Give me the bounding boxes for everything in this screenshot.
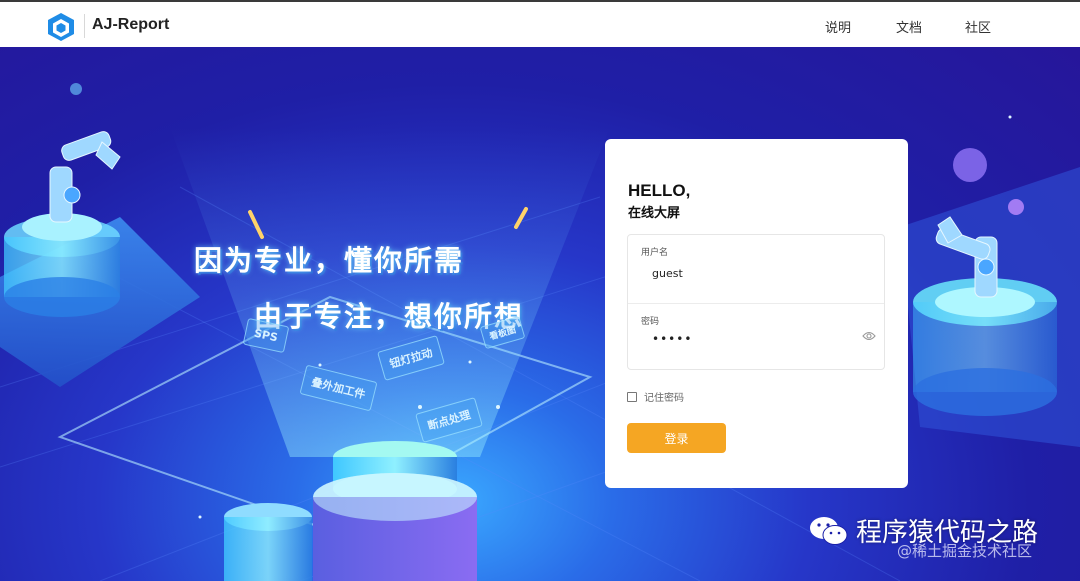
login-card: HELLO, 在线大屏 用户名 密码 ••••• 记住密码 登录	[605, 139, 908, 488]
remember-checkbox[interactable]	[627, 391, 637, 402]
username-input[interactable]	[652, 267, 852, 280]
login-greeting: HELLO,	[628, 181, 691, 200]
cube-logo-icon[interactable]	[46, 12, 76, 42]
logo-divider	[84, 14, 85, 38]
hero-illustration	[0, 83, 1080, 581]
slogan-line-1: 因为专业，懂你所需	[194, 244, 465, 277]
password-label: 密码	[641, 317, 660, 327]
remember-password[interactable]: 记住密码	[627, 389, 684, 404]
password-row[interactable]: 密码 •••••	[628, 303, 884, 371]
hero-banner: 因为专业，懂你所需 由于专注，想你所想 SPS 叠外加工件 钮灯拉动 断点处理 …	[0, 47, 1080, 581]
login-button[interactable]: 登录	[627, 423, 726, 453]
username-row[interactable]: 用户名	[628, 235, 884, 303]
login-subtitle: 在线大屏	[628, 206, 681, 221]
eye-icon[interactable]	[862, 330, 876, 342]
brand-name[interactable]: AJ-Report	[92, 16, 169, 34]
top-header: AJ-Report 说明 文档 社区	[0, 0, 1080, 47]
nav-link-docs[interactable]: 文档	[896, 17, 922, 36]
wechat-icon	[810, 516, 848, 545]
left-robot-arm	[49, 131, 121, 223]
password-input[interactable]: •••••	[652, 332, 852, 346]
username-label: 用户名	[641, 248, 669, 258]
credentials-box: 用户名 密码 •••••	[627, 234, 885, 370]
nav-link-community[interactable]: 社区	[965, 17, 991, 36]
watermark-secondary: @稀土掘金技术社区	[897, 542, 1033, 560]
remember-label[interactable]: 记住密码	[644, 389, 684, 404]
nav-link-guide[interactable]: 说明	[825, 17, 851, 36]
